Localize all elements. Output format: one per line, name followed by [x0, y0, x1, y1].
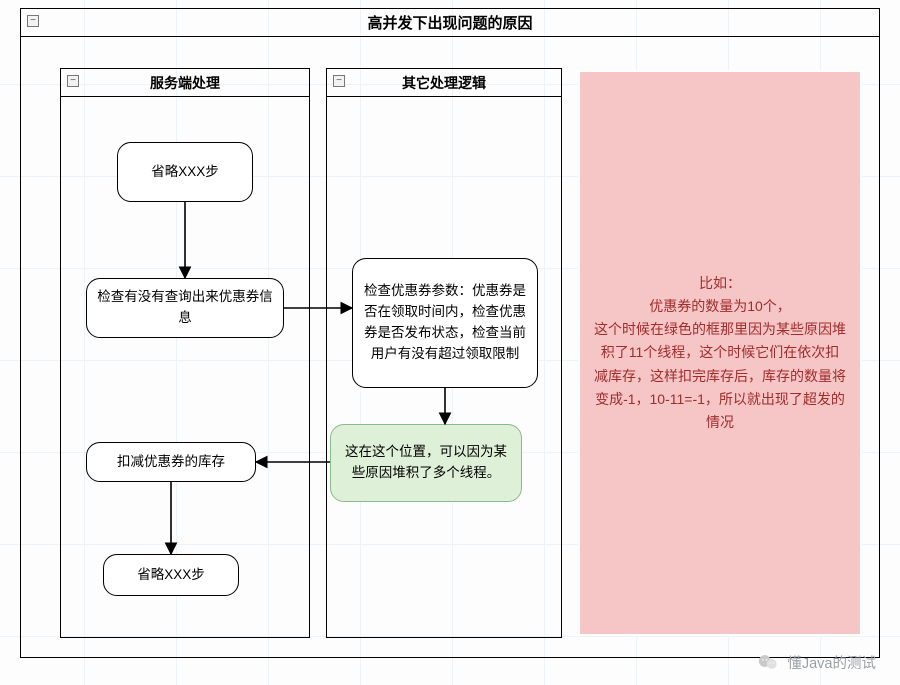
node-skip2[interactable]: 省略XXX步 [103, 554, 239, 596]
swimlane-other-title-text: 其它处理逻辑 [402, 73, 486, 93]
node-skip2-label: 省略XXX步 [137, 565, 205, 586]
swimlane-other-collapse-button[interactable]: − [333, 75, 345, 87]
swimlane-server-title: 服务端处理 [61, 69, 309, 97]
node-green-note[interactable]: 这在这个位置，可以因为某些原因堆积了多个线程。 [330, 424, 522, 502]
node-green-note-label: 这在这个位置，可以因为某些原因堆积了多个线程。 [341, 442, 511, 484]
node-check-params-label: 检查优惠券参数：优惠券是否在领取时间内，检查优惠券是否发布状态，检查当前用户有没… [363, 281, 527, 365]
node-deduct-stock[interactable]: 扣减优惠券的库存 [86, 442, 256, 482]
node-check-coupon-info-label: 检查有没有查询出来优惠券信息 [97, 287, 273, 329]
outer-title: 高并发下出现问题的原因 [21, 9, 879, 37]
note-panel: 比如： 优惠券的数量为10个， 这个时候在绿色的框那里因为某些原因堆积了11个线… [578, 70, 862, 636]
swimlane-server-collapse-button[interactable]: − [67, 75, 79, 87]
node-skip1-label: 省略XXX步 [151, 162, 219, 183]
outer-title-text: 高并发下出现问题的原因 [367, 12, 532, 33]
wechat-icon [757, 651, 779, 673]
note-line-1: 优惠券的数量为10个， [594, 295, 846, 318]
node-deduct-stock-label: 扣减优惠券的库存 [117, 452, 225, 473]
note-text: 比如： 优惠券的数量为10个， 这个时候在绿色的框那里因为某些原因堆积了11个线… [594, 272, 846, 434]
note-line-0: 比如： [594, 272, 846, 295]
swimlane-other-title: 其它处理逻辑 [327, 69, 561, 97]
node-skip1[interactable]: 省略XXX步 [117, 142, 253, 202]
swimlane-server-title-text: 服务端处理 [150, 73, 220, 93]
node-check-coupon-info[interactable]: 检查有没有查询出来优惠券信息 [86, 278, 284, 338]
node-check-params[interactable]: 检查优惠券参数：优惠券是否在领取时间内，检查优惠券是否发布状态，检查当前用户有没… [352, 258, 538, 388]
note-line-2: 这个时候在绿色的框那里因为某些原因堆积了11个线程，这个时候它们在依次扣减库存，… [594, 318, 846, 433]
diagram-canvas: − 高并发下出现问题的原因 − 服务端处理 − 其它处理逻辑 比如： 优惠券的数… [0, 0, 900, 685]
watermark-text: 懂Java的测试 [787, 652, 876, 673]
watermark: 懂Java的测试 [757, 651, 876, 673]
